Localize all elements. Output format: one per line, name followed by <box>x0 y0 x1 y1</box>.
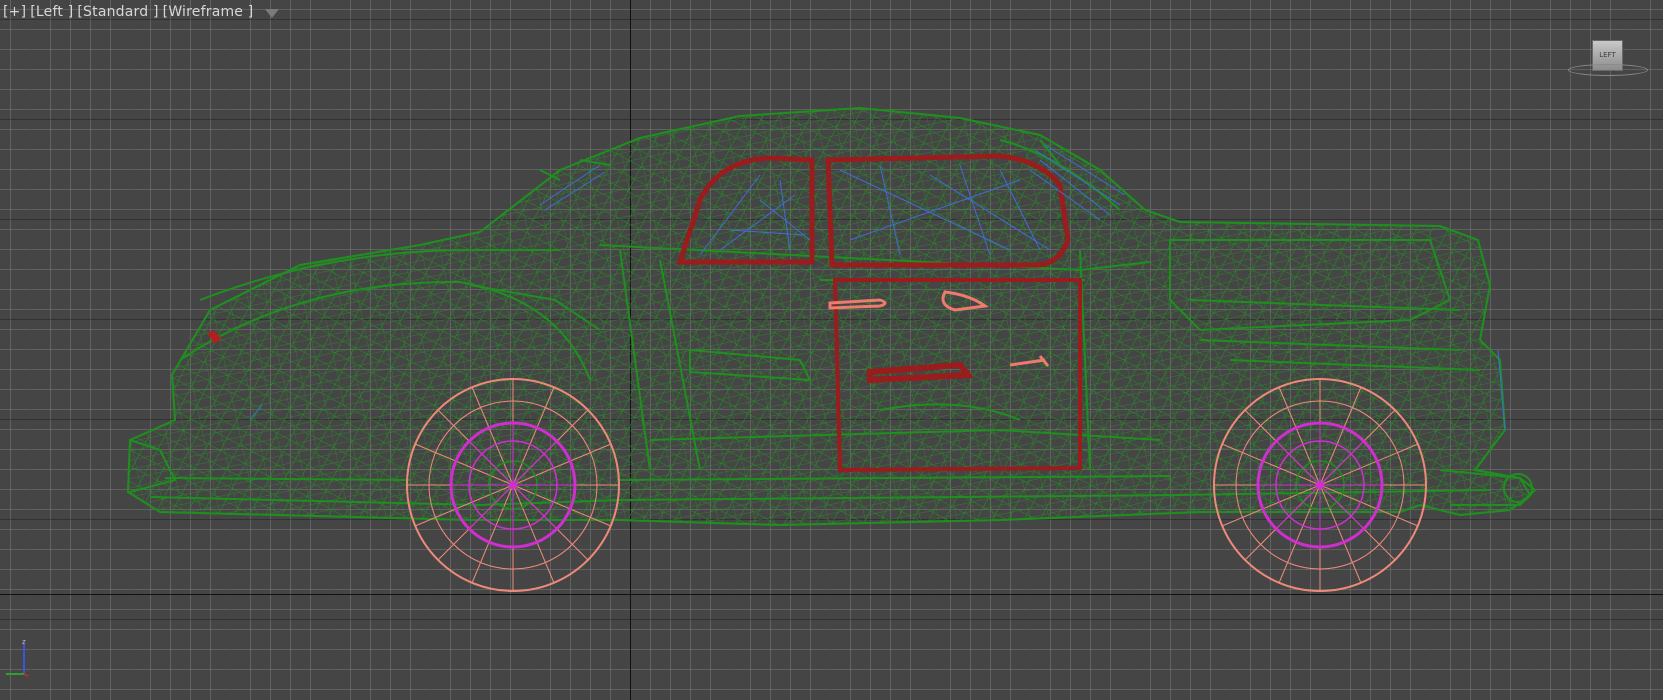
viewport-left-wireframe[interactable]: [+] [Left ] [Standard ] [Wireframe ] LEF… <box>0 0 1663 700</box>
axis-tripod-icon: z <box>6 638 29 677</box>
viewport-point-of-view-menu[interactable]: [Left ] <box>30 4 73 20</box>
viewport-label-menu: [+] [Left ] [Standard ] [Wireframe ] <box>3 4 280 20</box>
viewcube-icon[interactable]: LEFT <box>1568 38 1648 80</box>
rear-wheel <box>1213 378 1427 592</box>
filter-icon[interactable] <box>265 8 280 18</box>
svg-text:z: z <box>22 638 26 646</box>
car-body <box>126 106 1537 527</box>
car-wireframe-model[interactable] <box>0 0 1663 700</box>
viewport-shading-preset-menu[interactable]: [Standard ] <box>77 4 158 20</box>
viewport-general-menu[interactable]: [+] <box>3 4 26 20</box>
viewcube-compass-ring[interactable] <box>1568 64 1648 76</box>
viewport-shading-menu[interactable]: [Wireframe ] <box>163 4 254 20</box>
front-wheel <box>406 378 620 592</box>
